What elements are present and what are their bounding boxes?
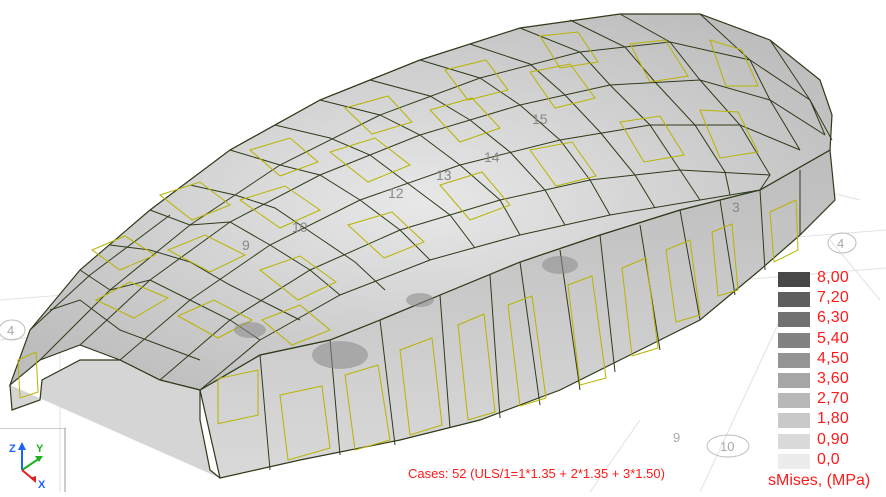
legend-value: 0,0 xyxy=(817,450,840,468)
svg-text:9: 9 xyxy=(242,237,250,253)
svg-text:3: 3 xyxy=(732,199,740,215)
svg-text:12: 12 xyxy=(388,185,404,201)
legend-row: 0,90 xyxy=(776,431,886,451)
legend-swatch xyxy=(778,312,810,328)
legend-row: 6,30 xyxy=(776,309,886,329)
legend-row: 7,20 xyxy=(776,289,886,309)
grid-label-bottom: 10 xyxy=(706,434,750,458)
svg-text:13: 13 xyxy=(436,167,452,183)
svg-text:9: 9 xyxy=(673,430,680,445)
legend-swatch xyxy=(778,272,810,287)
legend-value: 6,30 xyxy=(817,309,849,327)
legend-swatch xyxy=(778,433,810,449)
legend-title: sMises, (MPa) xyxy=(768,472,871,489)
svg-text:14: 14 xyxy=(484,149,500,165)
legend-swatch xyxy=(778,453,810,469)
legend-row: 4,50 xyxy=(776,350,886,370)
legend-swatch xyxy=(778,413,810,429)
svg-text:10: 10 xyxy=(720,439,734,454)
legend-row: 8,00 xyxy=(776,269,886,289)
triad-z-label: Z xyxy=(9,443,16,455)
legend-row: 0,0 xyxy=(776,451,886,471)
legend-value: 7,20 xyxy=(817,289,849,307)
legend-row: 1,80 xyxy=(776,410,886,430)
triad-x-label: X xyxy=(38,479,46,491)
y-axis-arrow xyxy=(21,457,41,471)
shell-model-view[interactable]: 4 4 10 9 15 14 13 12 10 9 3 xyxy=(0,0,886,492)
triad-y-label: Y xyxy=(36,443,44,455)
svg-text:15: 15 xyxy=(532,111,548,127)
legend-swatch xyxy=(778,332,810,348)
legend-row: 5,40 xyxy=(776,330,886,350)
legend-row: 2,70 xyxy=(776,390,886,410)
grid-label-left: 4 xyxy=(0,319,26,341)
legend-value: 0,90 xyxy=(817,430,849,448)
legend-value: 5,40 xyxy=(817,329,849,347)
legend-swatch xyxy=(778,373,810,388)
axis-triad: Z Y X xyxy=(0,427,66,492)
svg-text:10: 10 xyxy=(292,219,308,235)
svg-text:4: 4 xyxy=(7,323,14,338)
legend-value: 8,00 xyxy=(817,269,849,286)
legend-value: 3,60 xyxy=(817,370,849,387)
load-case-label: Cases: 52 (ULS/1=1*1.35 + 2*1.35 + 3*1.5… xyxy=(408,466,665,481)
legend-swatch xyxy=(778,292,810,308)
legend-value: 2,70 xyxy=(817,390,849,408)
model-viewport[interactable]: 4 4 10 9 15 14 13 12 10 9 3 xyxy=(0,0,886,492)
grid-label-bottom-2: 9 xyxy=(673,430,680,445)
legend-swatch xyxy=(778,352,810,368)
stress-legend: 8,00 7,20 6,30 5,40 4,50 3,60 2,70 1,80 0,90 0,0 xyxy=(776,269,886,492)
legend-value: 1,80 xyxy=(817,410,849,428)
legend-swatch xyxy=(778,393,810,409)
legend-value: 4,50 xyxy=(817,349,849,367)
legend-row: 3,60 xyxy=(776,370,886,390)
svg-text:4: 4 xyxy=(837,236,844,251)
